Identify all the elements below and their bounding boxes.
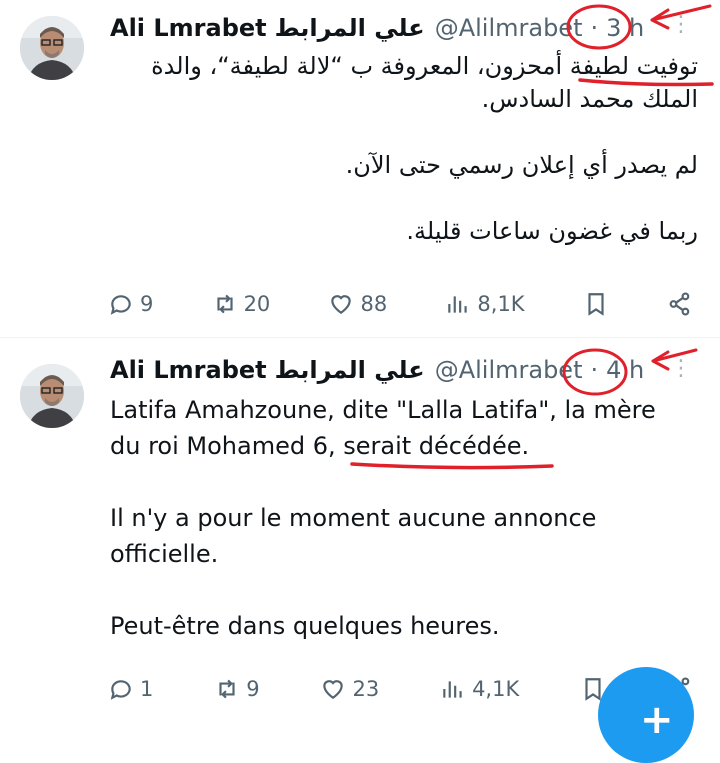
heart-icon <box>323 680 344 699</box>
views-icon <box>443 681 462 698</box>
reply-count: 9 <box>140 292 154 316</box>
reply-icon <box>110 680 131 700</box>
avatar-photo <box>20 16 84 80</box>
tweet-paragraph: Peut-être dans quelques heures. <box>110 612 500 640</box>
tweet-header: Ali Lmrabet علي المرابط @Alilmrabet · 4 … <box>110 352 670 388</box>
timestamp[interactable]: 4 h <box>606 356 644 384</box>
heart-icon <box>331 295 352 314</box>
reply-count: 1 <box>140 677 154 701</box>
author-name[interactable]: Ali Lmrabet <box>110 14 267 42</box>
reply-button[interactable]: 9 <box>108 291 153 317</box>
repost-icon <box>216 294 233 314</box>
like-button[interactable]: 23 <box>320 676 379 702</box>
compose-button[interactable]: + <box>598 667 694 763</box>
repost-button[interactable]: 9 <box>214 676 260 702</box>
compose-icon: + <box>640 697 674 743</box>
tweet-text: Latifa Amahzoune, dite "Lalla Latifa", l… <box>110 392 670 644</box>
repost-count: 9 <box>246 677 260 701</box>
tweet-paragraph: توفيت لطيفة أمحزون، المعروفة ب “لالة لطي… <box>151 52 698 113</box>
reply-button[interactable]: 1 <box>108 676 153 702</box>
avatar[interactable] <box>20 364 84 428</box>
like-button[interactable]: 88 <box>328 291 387 317</box>
views-button[interactable]: 4,1K <box>440 676 519 702</box>
tweet-2[interactable]: Ali Lmrabet علي المرابط @Alilmrabet · 4 … <box>0 338 720 713</box>
bookmark-button[interactable] <box>583 291 609 317</box>
views-count: 4,1K <box>472 677 520 701</box>
repost-count: 20 <box>243 292 271 316</box>
author-name-arabic[interactable]: علي المرابط <box>275 356 425 384</box>
bookmark-icon <box>588 293 604 316</box>
tweet-text-highlight: serait décédée. <box>343 432 530 460</box>
tweet-paragraph: Il n'y a pour le moment aucune annonce o… <box>110 504 597 568</box>
tweet-paragraph: Latifa Amahzoune, dite "Lalla Latifa", l… <box>110 392 670 464</box>
author-name-arabic[interactable]: علي المرابط <box>275 14 425 42</box>
share-button[interactable] <box>667 291 693 317</box>
like-count: 88 <box>360 292 388 316</box>
avatar[interactable] <box>20 16 84 80</box>
repost-button[interactable]: 20 <box>212 291 271 317</box>
tweet-header: Ali Lmrabet علي المرابط @Alilmrabet · 3 … <box>110 10 670 46</box>
views-icon <box>448 296 468 313</box>
separator-dot: · <box>590 356 599 384</box>
author-handle[interactable]: @Alilmrabet <box>435 356 583 384</box>
more-icon[interactable]: ⋮ <box>670 358 692 380</box>
reply-icon <box>110 295 131 315</box>
repost-icon <box>219 679 235 699</box>
avatar-photo <box>20 364 84 428</box>
timestamp[interactable]: 3 h <box>606 14 644 42</box>
tweet-actions: 9 20 88 8,1K <box>108 288 693 320</box>
share-icon <box>669 292 690 316</box>
more-icon[interactable]: ⋮ <box>670 14 692 36</box>
tweet-paragraph: لم يصدر أي إعلان رسمي حتى الآن. <box>345 151 698 179</box>
views-button[interactable]: 8,1K <box>445 291 525 317</box>
tweet-paragraph: ربما في غضون ساعات قليلة. <box>406 217 698 245</box>
author-name[interactable]: Ali Lmrabet <box>110 356 267 384</box>
tweet-text: توفيت لطيفة أمحزون، المعروفة ب “لالة لطي… <box>110 50 698 248</box>
like-count: 23 <box>352 677 380 701</box>
author-handle[interactable]: @Alilmrabet <box>435 14 583 42</box>
views-count: 8,1K <box>477 292 525 316</box>
tweet-1[interactable]: Ali Lmrabet علي المرابط @Alilmrabet · 3 … <box>0 0 720 338</box>
separator-dot: · <box>590 14 599 42</box>
